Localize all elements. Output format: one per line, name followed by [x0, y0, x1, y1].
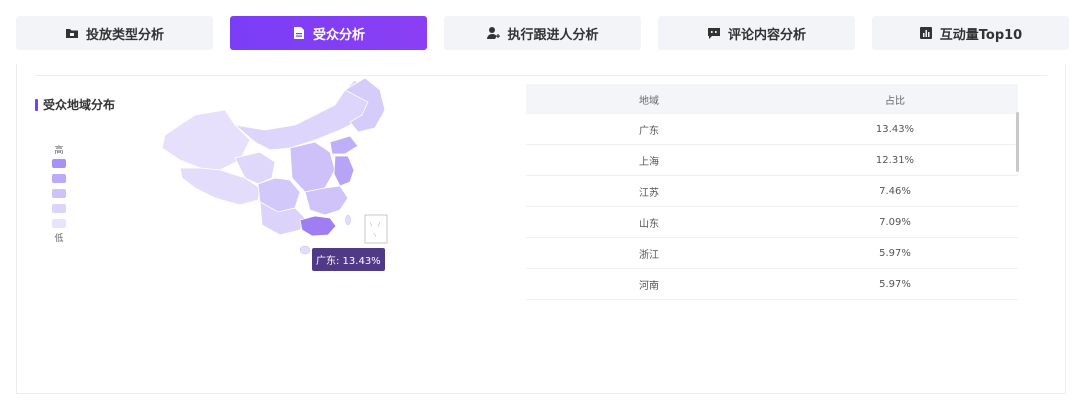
title-accent-bar [35, 98, 38, 111]
document-icon [292, 26, 306, 40]
legend-high-label: 高 [54, 146, 64, 156]
folder-icon [65, 26, 79, 40]
legend-low-label: 低 [54, 234, 64, 244]
table-row: 河南 5.97% [526, 269, 1018, 300]
region-guangdong [299, 215, 337, 237]
table-row: 上海 12.31% [526, 145, 1018, 176]
cell-region: 山东 [639, 218, 659, 230]
cell-share: 5.97% [879, 278, 911, 290]
bar-chart-icon [919, 26, 933, 40]
cell-region: 上海 [639, 156, 659, 168]
legend-swatch[interactable] [52, 174, 66, 183]
cell-region: 广东 [639, 125, 659, 137]
tab-label: 互动量Top10 [939, 27, 1023, 43]
comment-icon [707, 26, 721, 40]
map-legend: 高 低 [52, 143, 66, 244]
tab-delivery-type[interactable]: 投放类型分析 [16, 16, 213, 50]
tab-interaction-top10[interactable]: 互动量Top10 [872, 16, 1069, 50]
tab-audience[interactable]: 受众分析 [230, 16, 427, 50]
cell-region: 江苏 [639, 187, 659, 199]
table-scrollbar[interactable] [1016, 112, 1019, 172]
legend-swatch[interactable] [52, 159, 66, 168]
cell-share: 7.09% [879, 216, 911, 228]
table-header: 地域 占比 [526, 84, 1018, 114]
section-title: 受众地域分布 [35, 96, 115, 113]
section-title-text: 受众地域分布 [43, 98, 116, 112]
region-central [289, 141, 336, 193]
table-row: 浙江 5.97% [526, 238, 1018, 269]
cell-share: 5.97% [879, 247, 911, 259]
legend-swatch[interactable] [52, 204, 66, 213]
table-row: 山东 7.09% [526, 207, 1018, 238]
cell-share: 13.43% [875, 123, 915, 135]
region-hainan [299, 245, 311, 255]
region-table: 地域 占比 广东 13.43% 上海 12.31% 江苏 7.46% 山东 7.… [526, 84, 1018, 300]
region-southeast [304, 185, 349, 216]
cell-share: 12.31% [875, 154, 915, 166]
legend-swatch[interactable] [52, 219, 66, 228]
column-header-region: 地域 [639, 95, 659, 107]
tab-follow-up-person[interactable]: 执行跟进人分析 [444, 16, 641, 50]
cell-region: 河南 [639, 280, 659, 292]
tab-label: 评论内容分析 [727, 27, 806, 43]
region-shandong [329, 135, 359, 155]
china-map[interactable] [140, 70, 390, 270]
tab-label: 受众分析 [312, 27, 365, 43]
table-row: 江苏 7.46% [526, 176, 1018, 207]
tab-label: 执行跟进人分析 [507, 27, 599, 43]
table-row: 广东 13.43% [526, 114, 1018, 145]
tab-comment-content[interactable]: 评论内容分析 [658, 16, 855, 50]
cell-region: 浙江 [639, 249, 659, 261]
south-sea-inset [364, 214, 388, 244]
region-jiangsu [333, 155, 355, 187]
legend-swatch[interactable] [52, 189, 66, 198]
tab-label: 投放类型分析 [85, 27, 164, 43]
region-taiwan [345, 214, 351, 226]
column-header-share: 占比 [885, 95, 905, 107]
map-tooltip: 广东: 13.43% [312, 248, 385, 271]
tab-bar: 投放类型分析 受众分析 执行跟进人分析 评论内容分析 互动量Top10 [16, 16, 1069, 50]
cell-share: 7.46% [879, 185, 911, 197]
user-add-icon [486, 26, 501, 40]
